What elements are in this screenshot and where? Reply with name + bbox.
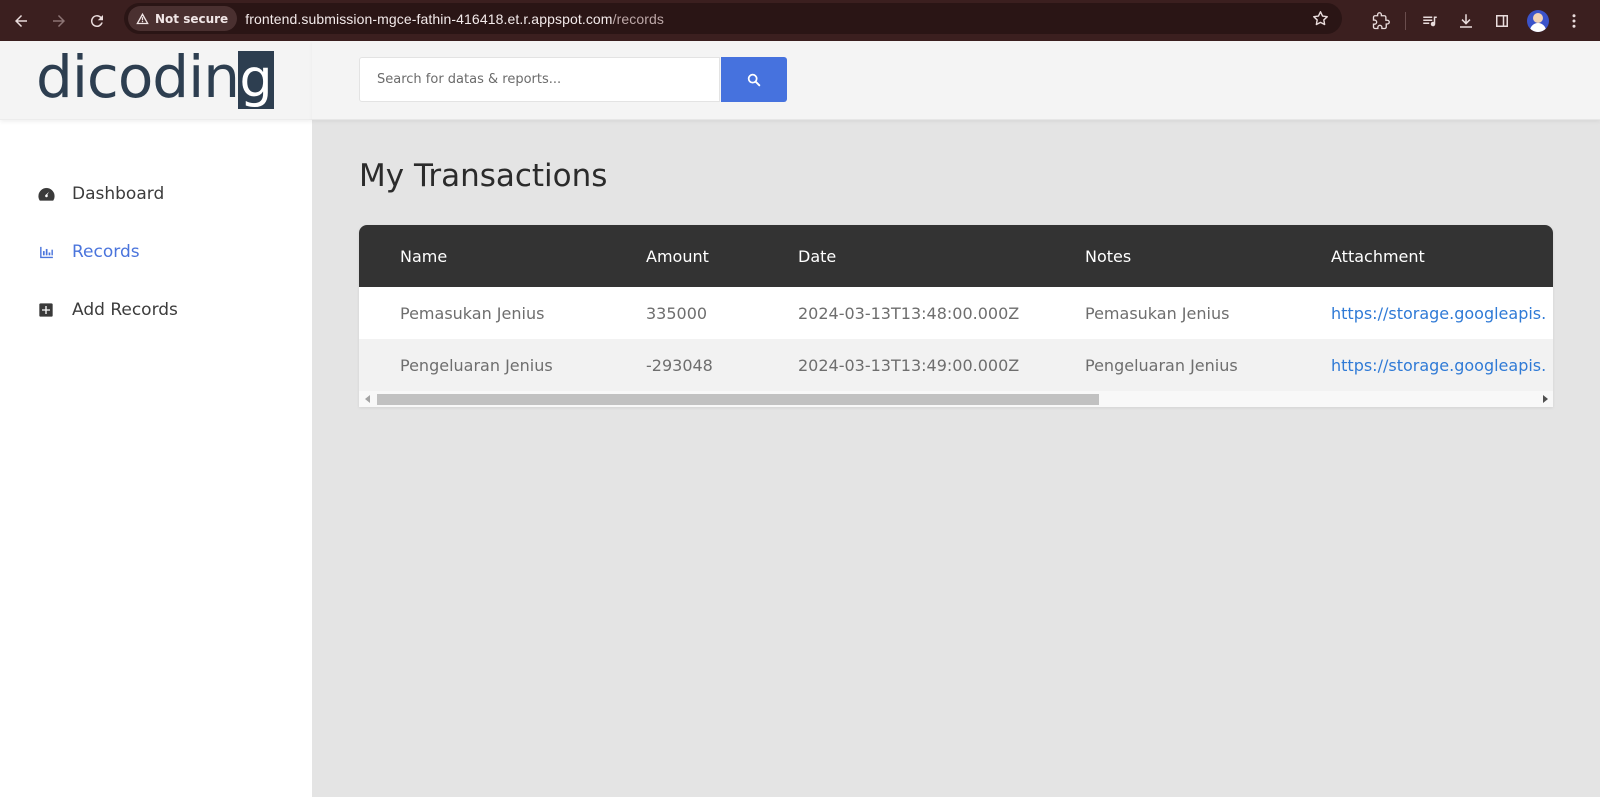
reload-icon xyxy=(90,14,103,27)
scrollbar-thumb[interactable] xyxy=(377,394,1099,405)
side-panel-button[interactable] xyxy=(1484,3,1520,39)
security-chip[interactable]: Not secure xyxy=(128,6,238,31)
page-title: My Transactions xyxy=(359,158,608,194)
sidebar-item-label: Dashboard xyxy=(72,184,165,204)
table-row: Pengeluaran Jenius -293048 2024-03-13T13… xyxy=(359,339,1553,391)
sidebar-item-label: Records xyxy=(72,242,140,262)
back-button[interactable] xyxy=(4,4,38,38)
scroll-left-arrow-icon[interactable] xyxy=(365,395,370,403)
browser-menu-button[interactable] xyxy=(1556,3,1592,39)
attachment-link[interactable]: https://storage.googleapis. xyxy=(1331,304,1546,323)
horizontal-scrollbar[interactable] xyxy=(359,391,1553,407)
profile-avatar xyxy=(1527,9,1549,32)
sidebar-nav: Dashboard Records Add Records xyxy=(0,165,312,339)
profile-button[interactable] xyxy=(1520,3,1556,39)
column-header-amount: Amount xyxy=(646,246,709,266)
cell-name: Pemasukan Jenius xyxy=(400,303,545,323)
cell-date: 2024-03-13T13:48:00.000Z xyxy=(798,303,1020,323)
url-text[interactable]: frontend.submission-mgce-fathin-416418.e… xyxy=(245,11,664,27)
top-bar xyxy=(312,41,1600,120)
sidebar-item-add-records[interactable]: Add Records xyxy=(0,281,312,339)
browser-toolbar: Not secure frontend.submission-mgce-fath… xyxy=(0,0,1600,41)
bookmark-star-icon[interactable] xyxy=(1311,9,1330,28)
puzzle-icon xyxy=(1372,11,1390,29)
extensions-button[interactable] xyxy=(1363,3,1399,39)
arrow-left-icon xyxy=(15,14,27,27)
downloads-button[interactable] xyxy=(1448,3,1484,39)
dashboard-gauge-icon xyxy=(36,184,56,204)
column-header-attachment: Attachment xyxy=(1331,246,1425,266)
cell-amount: 335000 xyxy=(646,303,708,323)
sidebar-item-records[interactable]: Records xyxy=(0,223,312,281)
column-header-name: Name xyxy=(400,246,448,266)
cell-name: Pengeluaran Jenius xyxy=(400,355,553,375)
security-label: Not secure xyxy=(155,11,229,26)
kebab-menu-icon xyxy=(1572,13,1576,28)
url-host: frontend.submission-mgce-fathin-416418.e… xyxy=(245,10,613,27)
column-header-notes: Notes xyxy=(1085,246,1132,266)
plus-square-icon xyxy=(36,300,56,320)
sidebar-item-dashboard[interactable]: Dashboard xyxy=(0,165,312,223)
side-panel-icon xyxy=(1496,14,1508,27)
address-bar[interactable]: Not secure frontend.submission-mgce-fath… xyxy=(124,3,1342,34)
toolbar-separator xyxy=(1405,11,1406,30)
transactions-table: Name Amount Date Notes Attachment Pemasu… xyxy=(359,225,1553,407)
download-icon xyxy=(1460,13,1472,28)
reload-button[interactable] xyxy=(80,4,114,38)
search-button[interactable] xyxy=(721,57,787,102)
table-header: Name Amount Date Notes Attachment xyxy=(359,225,1553,287)
media-queue-icon xyxy=(1423,16,1437,26)
warning-icon xyxy=(136,12,149,25)
cell-notes: Pemasukan Jenius xyxy=(1085,303,1230,323)
cell-date: 2024-03-13T13:49:00.000Z xyxy=(798,355,1020,375)
cell-notes: Pengeluaran Jenius xyxy=(1085,355,1238,375)
url-path: /records xyxy=(612,10,664,27)
logo-area[interactable]: dicodin g xyxy=(0,41,312,120)
logo-g-block: g xyxy=(238,49,274,109)
sidebar: dicodin g Dashboard Records Add Records xyxy=(0,41,312,797)
forward-button[interactable] xyxy=(42,4,76,38)
search-input[interactable] xyxy=(359,57,720,102)
logo-text: dicodin xyxy=(36,43,240,111)
search-icon xyxy=(747,73,761,86)
bar-chart-icon xyxy=(36,242,56,262)
media-button[interactable] xyxy=(1412,3,1448,39)
attachment-link[interactable]: https://storage.googleapis. xyxy=(1331,356,1546,375)
sidebar-item-label: Add Records xyxy=(72,300,178,320)
table-row: Pemasukan Jenius 335000 2024-03-13T13:48… xyxy=(359,287,1553,339)
arrow-right-icon xyxy=(53,14,65,27)
column-header-date: Date xyxy=(798,246,837,266)
cell-amount: -293048 xyxy=(646,355,713,375)
main-content: My Transactions Name Amount Date Notes A… xyxy=(312,120,1600,797)
browser-actions xyxy=(1363,0,1592,41)
scroll-right-arrow-icon[interactable] xyxy=(1543,395,1548,403)
